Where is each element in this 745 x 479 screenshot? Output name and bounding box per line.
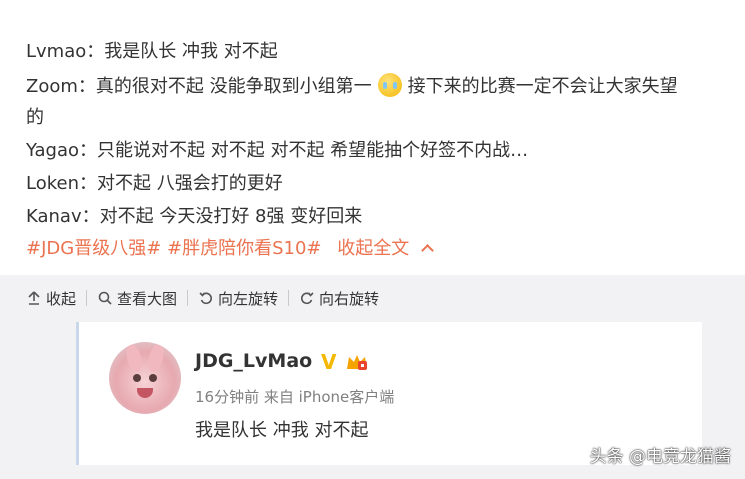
watermark: 头条 @电竞龙猫酱 <box>589 447 731 467</box>
post-line-zoom: Zoom：真的很对不起 没能争取到小组第一 接下来的比赛一定不会让大家失望 <box>26 73 678 99</box>
view-large-image-label: 查看大图 <box>117 289 178 308</box>
rotate-left-icon <box>199 292 212 305</box>
username-link[interactable]: JDG_LvMao <box>195 350 312 372</box>
collapse-full-text-label: 收起全文 <box>337 238 410 259</box>
crown-badge-icon <box>347 355 367 370</box>
view-large-image-button[interactable]: 查看大图 <box>97 288 177 309</box>
post-body: Lvmao：我是队长 冲我 对不起 Zoom：真的很对不起 没能争取到小组第一 接… <box>0 0 745 275</box>
collapse-full-text-link[interactable]: 收起全文 <box>337 238 435 259</box>
rotate-right-icon <box>301 292 314 305</box>
avatar[interactable] <box>109 342 181 414</box>
post-line-yagao: Yagao：只能说对不起 对不起 对不起 希望能抽个好签不内战… <box>26 140 529 161</box>
avatar-ear <box>123 342 145 374</box>
avatar-ear <box>145 342 167 374</box>
post-meta: 16分钟前 来自 iPhone客户端 <box>195 388 395 406</box>
post-line-zoom-part2: 接下来的比赛一定不会让大家失望 <box>407 76 678 97</box>
collapse-label: 收起 <box>46 289 77 308</box>
search-icon <box>98 291 112 305</box>
post-tags: #JDG晋级八强# #胖虎陪你看S10# 收起全文 <box>26 237 435 261</box>
arrow-up-icon <box>28 291 40 305</box>
post-line-zoom-part1: Zoom：真的很对不起 没能争取到小组第一 <box>26 76 372 97</box>
rotate-right-label: 向右旋转 <box>319 289 380 308</box>
chevron-up-icon <box>421 244 435 257</box>
card-post-text: 我是队长 冲我 对不起 <box>195 420 369 441</box>
toolbar-divider <box>86 290 88 306</box>
collapse-button[interactable]: 收起 <box>26 288 76 309</box>
post-line-zoom-cont: 的 <box>26 107 44 128</box>
hashtag-link[interactable]: #JDG晋级八强# <box>26 238 161 259</box>
rotate-left-label: 向左旋转 <box>218 289 279 308</box>
post-line-kanav: Kanav：对不起 今天没打好 8强 变好回来 <box>26 206 363 227</box>
toolbar-divider <box>187 290 189 306</box>
verified-v-icon: V <box>321 350 337 374</box>
rotate-right-button[interactable]: 向右旋转 <box>299 288 379 309</box>
rotate-left-button[interactable]: 向左旋转 <box>198 288 278 309</box>
avatar-eye <box>149 374 157 382</box>
image-toolbar: 收起 查看大图 向左旋转 向右旋转 <box>26 285 379 311</box>
toolbar-divider <box>288 290 290 306</box>
hashtag-link[interactable]: #胖虎陪你看S10# <box>167 238 322 259</box>
avatar-mouth <box>137 388 153 398</box>
post-line-lvmao: Lvmao：我是队长 冲我 对不起 <box>26 41 278 62</box>
avatar-eye <box>133 374 141 382</box>
crying-face-emoji-icon <box>377 73 402 97</box>
post-line-loken: Loken：对不起 八强会打的更好 <box>26 173 283 194</box>
